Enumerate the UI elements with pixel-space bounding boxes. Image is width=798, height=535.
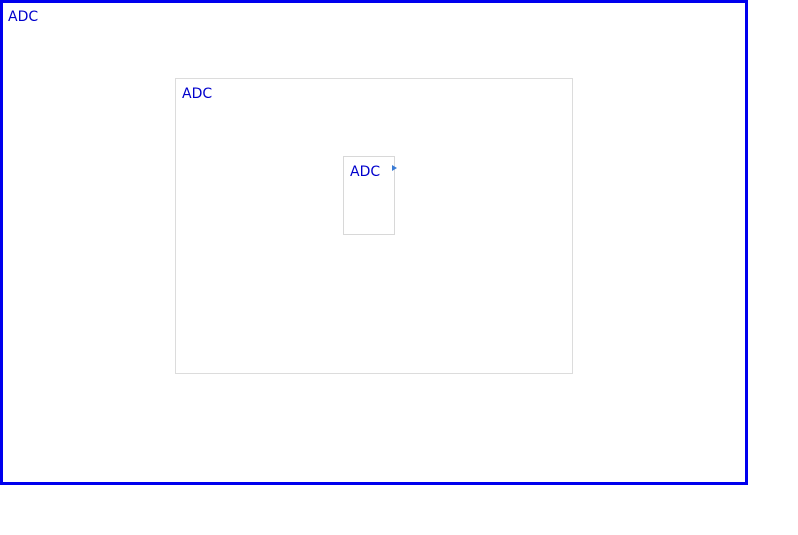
inner-frame-label: ADC	[350, 164, 381, 180]
outer-frame: ADC ADC ADC	[0, 0, 748, 485]
middle-frame: ADC ADC	[175, 78, 573, 374]
middle-frame-label: ADC	[182, 86, 213, 102]
triangle-right-icon	[392, 165, 397, 171]
outer-frame-label: ADC	[8, 9, 39, 25]
inner-frame[interactable]: ADC	[343, 156, 397, 235]
